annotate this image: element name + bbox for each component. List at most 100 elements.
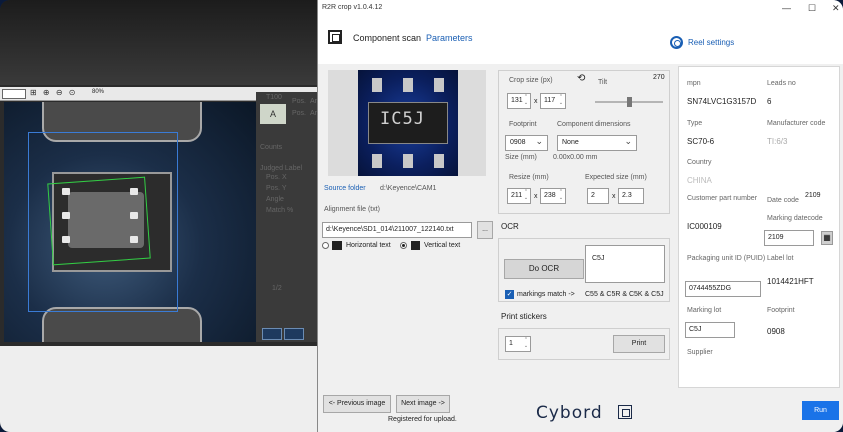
ocr-label: OCR: [501, 222, 519, 231]
background-lower-area: [0, 346, 318, 432]
crop-size-label: Crop size (px): [509, 77, 553, 84]
minimize-button[interactable]: —: [782, 3, 791, 13]
resize-label: Resize (mm): [509, 174, 549, 181]
run-button[interactable]: Run: [802, 401, 839, 420]
background-results-panel: T100 A Pos. Ar Pos. Ar Counts Judged Lab…: [256, 92, 318, 342]
type-value: SC70-6: [687, 137, 715, 146]
markings-match-checkbox[interactable]: ✓: [505, 290, 514, 299]
next-image-button[interactable]: Next image ->: [396, 395, 450, 413]
browse-button[interactable]: ...: [477, 221, 493, 239]
do-ocr-button[interactable]: Do OCR: [504, 259, 584, 279]
expected-width-input[interactable]: 2: [587, 188, 609, 204]
print-stickers-label: Print stickers: [501, 312, 547, 321]
sticker-count-input[interactable]: 1: [505, 336, 531, 352]
rotate-icon[interactable]: ⟲: [577, 73, 585, 84]
component-dimensions-label: Component dimensions: [557, 121, 631, 128]
side-pos-1: Pos.: [292, 98, 307, 105]
preview-pin: [372, 78, 382, 92]
resize-height-input[interactable]: 238: [540, 188, 566, 204]
angle-label: Angle: [266, 196, 284, 203]
side-label: T100: [266, 94, 282, 101]
expected-height-input[interactable]: 2.3: [618, 188, 644, 204]
manufacturer-code-value: TI:6/3: [767, 137, 788, 146]
expected-size-label: Expected size (mm): [585, 174, 647, 181]
tape-pocket-bottom: [42, 307, 202, 342]
title-bar: R2R crop v1.0.4.12 — ☐ ✕: [318, 0, 843, 18]
vertical-text-label: Vertical text: [424, 242, 461, 249]
source-folder-link[interactable]: Source folder: [324, 185, 366, 192]
ocr-result[interactable]: C5J: [585, 245, 665, 283]
component-pin: [130, 188, 138, 195]
horizontal-text-label: Horizontal text: [346, 242, 391, 249]
parameters-link[interactable]: Parameters: [426, 33, 473, 43]
mpn-label: mpn: [687, 80, 701, 87]
reel-settings-link[interactable]: Reel settings: [688, 38, 734, 47]
maximize-button[interactable]: ☐: [808, 3, 816, 14]
tilt-label: Tilt: [598, 79, 608, 86]
supplier-label: Supplier: [687, 349, 713, 356]
gear-icon[interactable]: [670, 36, 683, 49]
crop-width-input[interactable]: 131: [507, 93, 531, 109]
crop-height-input[interactable]: 117: [540, 93, 566, 109]
component-dimensions-select[interactable]: None: [557, 135, 637, 151]
source-folder-path: d:\Keyence\CAM1: [380, 185, 437, 192]
puid-input[interactable]: 0744455ZDG: [685, 281, 761, 297]
chart-view-button[interactable]: [284, 328, 304, 340]
puid-label: Packaging unit ID (PUID): [687, 255, 766, 262]
side-pos-2: Pos.: [292, 110, 307, 117]
horizontal-text-icon: [332, 241, 342, 250]
component-preview-image: IC5J: [358, 70, 458, 176]
cybord-chip-icon: [618, 405, 632, 419]
crop-panel: Crop size (px) ⟲ Tilt 270 131 x 117 Foot…: [498, 70, 670, 214]
resize-width-input[interactable]: 211: [507, 188, 531, 204]
footprint-select[interactable]: 0908: [505, 135, 548, 151]
page-indicator: 1/2: [272, 285, 282, 292]
leads-value: 6: [767, 97, 772, 106]
alignment-file-label: Alignment file (txt): [324, 206, 381, 213]
preview-pin: [434, 78, 444, 92]
crop-x-separator: x: [534, 98, 538, 105]
close-button[interactable]: ✕: [832, 3, 840, 14]
background-zoom-tools[interactable]: ⊞ ⊕ ⊖ ⊙: [30, 88, 77, 97]
mpn-value: SN74LVC1G3157D: [687, 97, 757, 106]
background-dropdown[interactable]: [2, 89, 26, 99]
component-pin: [130, 236, 138, 243]
size-mm-value: 0.00x0.00 mm: [553, 154, 598, 161]
grid-view-button[interactable]: [262, 328, 282, 340]
pos-y-label: Pos. Y: [266, 185, 287, 192]
component-pin: [62, 212, 70, 219]
main-content: IC5J Source folder d:\Keyence\CAM1 Align…: [318, 64, 843, 432]
component-scan-title: Component scan: [353, 33, 422, 43]
tilt-slider-thumb[interactable]: [627, 97, 632, 107]
resize-x-separator: x: [534, 193, 538, 200]
footprint-label: Footprint: [509, 121, 537, 128]
match-label: Match %: [266, 207, 294, 214]
marking-lot-input[interactable]: C5J: [685, 322, 735, 338]
marking-datecode-label: Marking datecode: [767, 215, 823, 222]
upload-status: Registered for upload.: [388, 416, 457, 423]
background-app-header: [0, 0, 318, 85]
calendar-icon[interactable]: ▦: [821, 231, 833, 245]
preview-pin: [403, 78, 413, 92]
preview-pin: [434, 154, 444, 168]
marking-datecode-input[interactable]: 2109: [764, 230, 814, 246]
component-pin: [62, 236, 70, 243]
cybord-logo: Cybord: [536, 403, 603, 423]
window-title: R2R crop v1.0.4.12: [322, 4, 383, 11]
screen: ⊞ ⊕ ⊖ ⊙ 80% T100 A Pos. Ar Pos. Ar Count…: [0, 0, 843, 432]
size-mm-label: Size (mm): [505, 154, 537, 161]
print-button[interactable]: Print: [613, 335, 665, 353]
side-pos-1b: Ar: [310, 98, 317, 105]
vertical-text-radio[interactable]: [400, 242, 407, 249]
footprint-detail-label: Footprint: [767, 307, 795, 314]
markings-match-label: markings match ->: [517, 291, 575, 298]
preview-marking: IC5J: [380, 109, 425, 129]
horizontal-text-radio[interactable]: [322, 242, 329, 249]
alignment-file-input[interactable]: d:\Keyence\SD1_014\211007_122140.txt: [322, 222, 472, 238]
component-preview: IC5J: [328, 70, 486, 176]
header: Component scan Parameters Reel settings: [318, 18, 843, 64]
ocr-panel: Do OCR C5J ✓ markings match -> C55 & C5R…: [498, 238, 670, 302]
country-label: Country: [687, 159, 712, 166]
pos-x-label: Pos. X: [266, 174, 287, 181]
previous-image-button[interactable]: <- Previous image: [323, 395, 391, 413]
